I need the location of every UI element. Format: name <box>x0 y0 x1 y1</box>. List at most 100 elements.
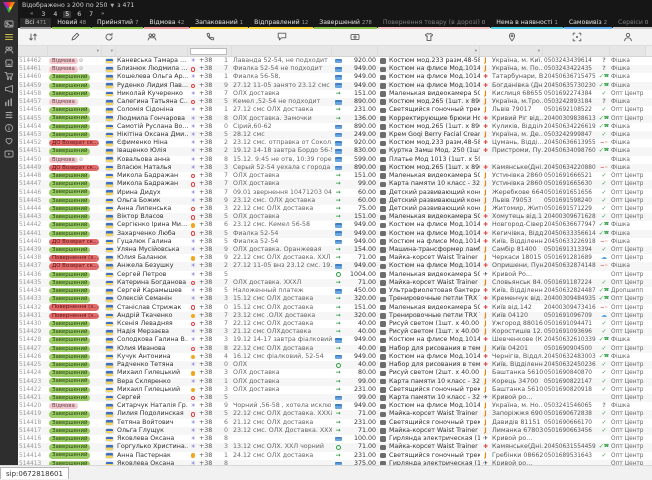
tab-Нема в наявності[interactable]: Нема в наявності1 <box>491 18 563 29</box>
ttn-number[interactable]: 0501690663456 <box>543 427 598 435</box>
phone[interactable]: +38 <box>198 271 220 279</box>
tab-Повернення товару (в дорозі)[interactable]: Повернення товару (в дорозі)0 <box>378 18 490 29</box>
customer-name[interactable]: Анна Липенська <box>116 205 188 213</box>
customer-name[interactable]: Уляна Мусійовська <box>116 246 188 254</box>
customer-name[interactable]: Сергей Петров <box>116 271 188 279</box>
ttn-number[interactable]: 0501692274384 <box>543 90 598 98</box>
ttn-number[interactable]: 0501691598240 <box>543 197 598 205</box>
ttn-number[interactable]: 20450632874148 <box>543 262 598 270</box>
ttn-number[interactable]: 20450633226918 <box>543 238 598 246</box>
customer-name[interactable]: Руденко Лидия Пав… <box>116 82 188 90</box>
customer-name[interactable]: Микола Бадражан <box>116 180 188 188</box>
ttn-number[interactable]: 20400309473416 <box>543 304 598 312</box>
ttn-number[interactable]: 0503243422435 <box>543 65 598 73</box>
ttn-number[interactable]: 0501692108522 <box>543 106 598 114</box>
ttn-number[interactable]: 20450635730230 <box>543 82 598 90</box>
table-row[interactable]: 514440ДО Возврат ск…Гуцалюк Галина✳+385Ф… <box>18 238 652 246</box>
filter-cell-money[interactable] <box>332 46 378 56</box>
tracking-column-header[interactable] <box>543 32 610 42</box>
customer-name[interactable]: Ситарчук Наталія Гр… <box>116 402 188 410</box>
phone[interactable]: +38 <box>198 287 220 295</box>
customer-name[interactable]: Олексій Семанін <box>116 295 188 303</box>
sidebar-item-cart[interactable] <box>2 69 16 82</box>
phone[interactable]: +38 <box>198 230 220 238</box>
table-row[interactable]: 514453ЗавершенийНікітіна Оксана Дми…✳+38… <box>18 131 652 139</box>
phone[interactable]: +38 <box>198 452 220 460</box>
sidebar-item-shop[interactable] <box>2 56 16 69</box>
table-row[interactable]: 514446ЗавершенийИрина Дидух✳+38709.01 зв… <box>18 189 652 197</box>
ttn-number[interactable]: 0503241546065 <box>543 402 598 410</box>
ttn-number[interactable]: 0501691313394 <box>543 246 598 254</box>
ttn-number[interactable]: 0501690904500 <box>543 345 598 353</box>
filter-dropdown-icon[interactable]: ▾ <box>97 49 99 54</box>
phone[interactable]: +38 <box>198 180 220 188</box>
customer-name[interactable]: Николай Кучеренко <box>116 90 188 98</box>
phone[interactable]: +38 <box>198 419 220 427</box>
table-row[interactable]: 514442ЗавершенийСергієнко Ірина Ми…+3862… <box>18 221 652 229</box>
pagination-page-4[interactable]: 4 <box>51 11 59 18</box>
ttn-number[interactable]: 0501690672838 <box>543 410 598 418</box>
ttn-number[interactable]: 0501691651656 <box>543 189 598 197</box>
customer-name[interactable]: Ксенія Левадняя <box>116 320 188 328</box>
table-row[interactable]: 514457ВідмоваСалегина Татьяна С…+385Кеме… <box>18 98 652 106</box>
ttn-number[interactable] <box>543 435 598 443</box>
phone[interactable]: +38 <box>198 328 220 336</box>
phone[interactable]: +38 <box>198 238 220 246</box>
customer-name[interactable]: Михаил Гилецький <box>116 369 188 377</box>
ttn-number[interactable]: 0501690822147 <box>543 378 598 386</box>
filter-cell-comment[interactable] <box>232 46 332 56</box>
table-row[interactable]: 514423ЗавершенийВера Скляренко✳+381ОЛХ д… <box>18 378 652 386</box>
customer-name[interactable]: Станіслав Стрижак <box>116 304 188 312</box>
phone[interactable]: +38 <box>198 106 220 114</box>
customer-name[interactable]: Людмила Гончарова <box>116 115 188 123</box>
sidebar-item-stats[interactable] <box>2 95 16 108</box>
ttn-number[interactable]: 0501691187224 <box>543 279 598 287</box>
table-row[interactable]: 514448ЗавершенийМикола Бадражан+387ОЛХ д… <box>18 172 652 180</box>
sidebar-item-settings[interactable] <box>2 108 16 121</box>
table-row[interactable]: 514433ЗавершенийОлексій Семанін✳+38315.1… <box>18 295 652 303</box>
customer-name[interactable]: Ольга Божик <box>116 197 188 205</box>
table-row[interactable]: 514441ЗавершенийЗахарченко Люба+385Фиалк… <box>18 230 652 238</box>
customer-name[interactable]: Сергей Карамышев <box>116 287 188 295</box>
ttn-number[interactable]: 20450634220880 <box>543 164 598 172</box>
phone[interactable]: +38 <box>198 65 220 73</box>
phone[interactable]: +38 <box>198 189 220 197</box>
phone[interactable]: +38 <box>198 205 220 213</box>
table-row[interactable]: 514435ЗавершенийКатерина Богданова+387ОЛ… <box>18 279 652 287</box>
sidebar-item-info[interactable] <box>2 121 16 134</box>
table-row[interactable]: 514450Відмова⊘Ковальова анна✳+38815.12. … <box>18 156 652 164</box>
phone-filter-input[interactable] <box>190 48 227 55</box>
phone[interactable]: +38 <box>198 361 220 369</box>
ttn-number[interactable]: 0503242893184 <box>543 98 598 106</box>
phone[interactable]: +38 <box>198 320 220 328</box>
customer-name[interactable]: Горгулько Христина… <box>116 443 188 451</box>
phone[interactable]: +38 <box>198 98 220 106</box>
filter-cell-phone[interactable] <box>188 46 232 56</box>
pagination-last-button[interactable]: » <box>99 11 106 17</box>
customer-name[interactable]: Тетяна Войтович <box>116 419 188 427</box>
phone[interactable]: +38 <box>198 123 220 131</box>
ttn-number[interactable]: 20450636677947 <box>543 221 598 229</box>
filter-cell-sort[interactable] <box>18 46 48 56</box>
filter-cell-tracking[interactable] <box>543 46 610 56</box>
table-row[interactable]: 514417ЗавершенийОльга Глущук✳+38023.12 с… <box>18 427 652 435</box>
tab-Запакований[interactable]: Запакований1 <box>190 18 248 29</box>
table-row[interactable]: 514460ЗавершенийКошелева Ольга Ар…✳+381Ф… <box>18 73 652 81</box>
ttn-number[interactable]: 20450634098760 <box>543 147 598 155</box>
filter-cell-edit[interactable]: ▾ <box>48 46 102 56</box>
customer-name[interactable]: Салегина Татьяна С… <box>116 98 188 106</box>
table-row[interactable]: 514425ЗавершенийРадченко Тетяна✳+380ОЛХ4… <box>18 361 652 369</box>
ttn-number[interactable]: 0501690820918 <box>543 386 598 394</box>
ttn-number[interactable]: 0501691094471 <box>543 320 598 328</box>
table-row[interactable]: 514432Повернення (з…Станіслав Стрижак+38… <box>18 304 652 312</box>
ttn-number[interactable]: 20400309484935 <box>543 295 598 303</box>
filter-dropdown-icon[interactable]: ▾ <box>111 49 113 54</box>
phone[interactable]: +38 <box>198 262 220 270</box>
table-row[interactable]: 514430ЗавершенийКсенія Левадняя+38722.12… <box>18 320 652 328</box>
pagination-page-5[interactable]: 5 <box>63 11 71 18</box>
table-row[interactable]: 514415ЗавершенийГоргулько Христина…✳+383… <box>18 443 652 451</box>
comment-column-header[interactable] <box>232 32 332 42</box>
customers-column-header[interactable] <box>116 32 188 42</box>
customer-name[interactable]: Юлия Иванова <box>116 345 188 353</box>
customer-name[interactable]: Гуцалюк Галина <box>116 238 188 246</box>
